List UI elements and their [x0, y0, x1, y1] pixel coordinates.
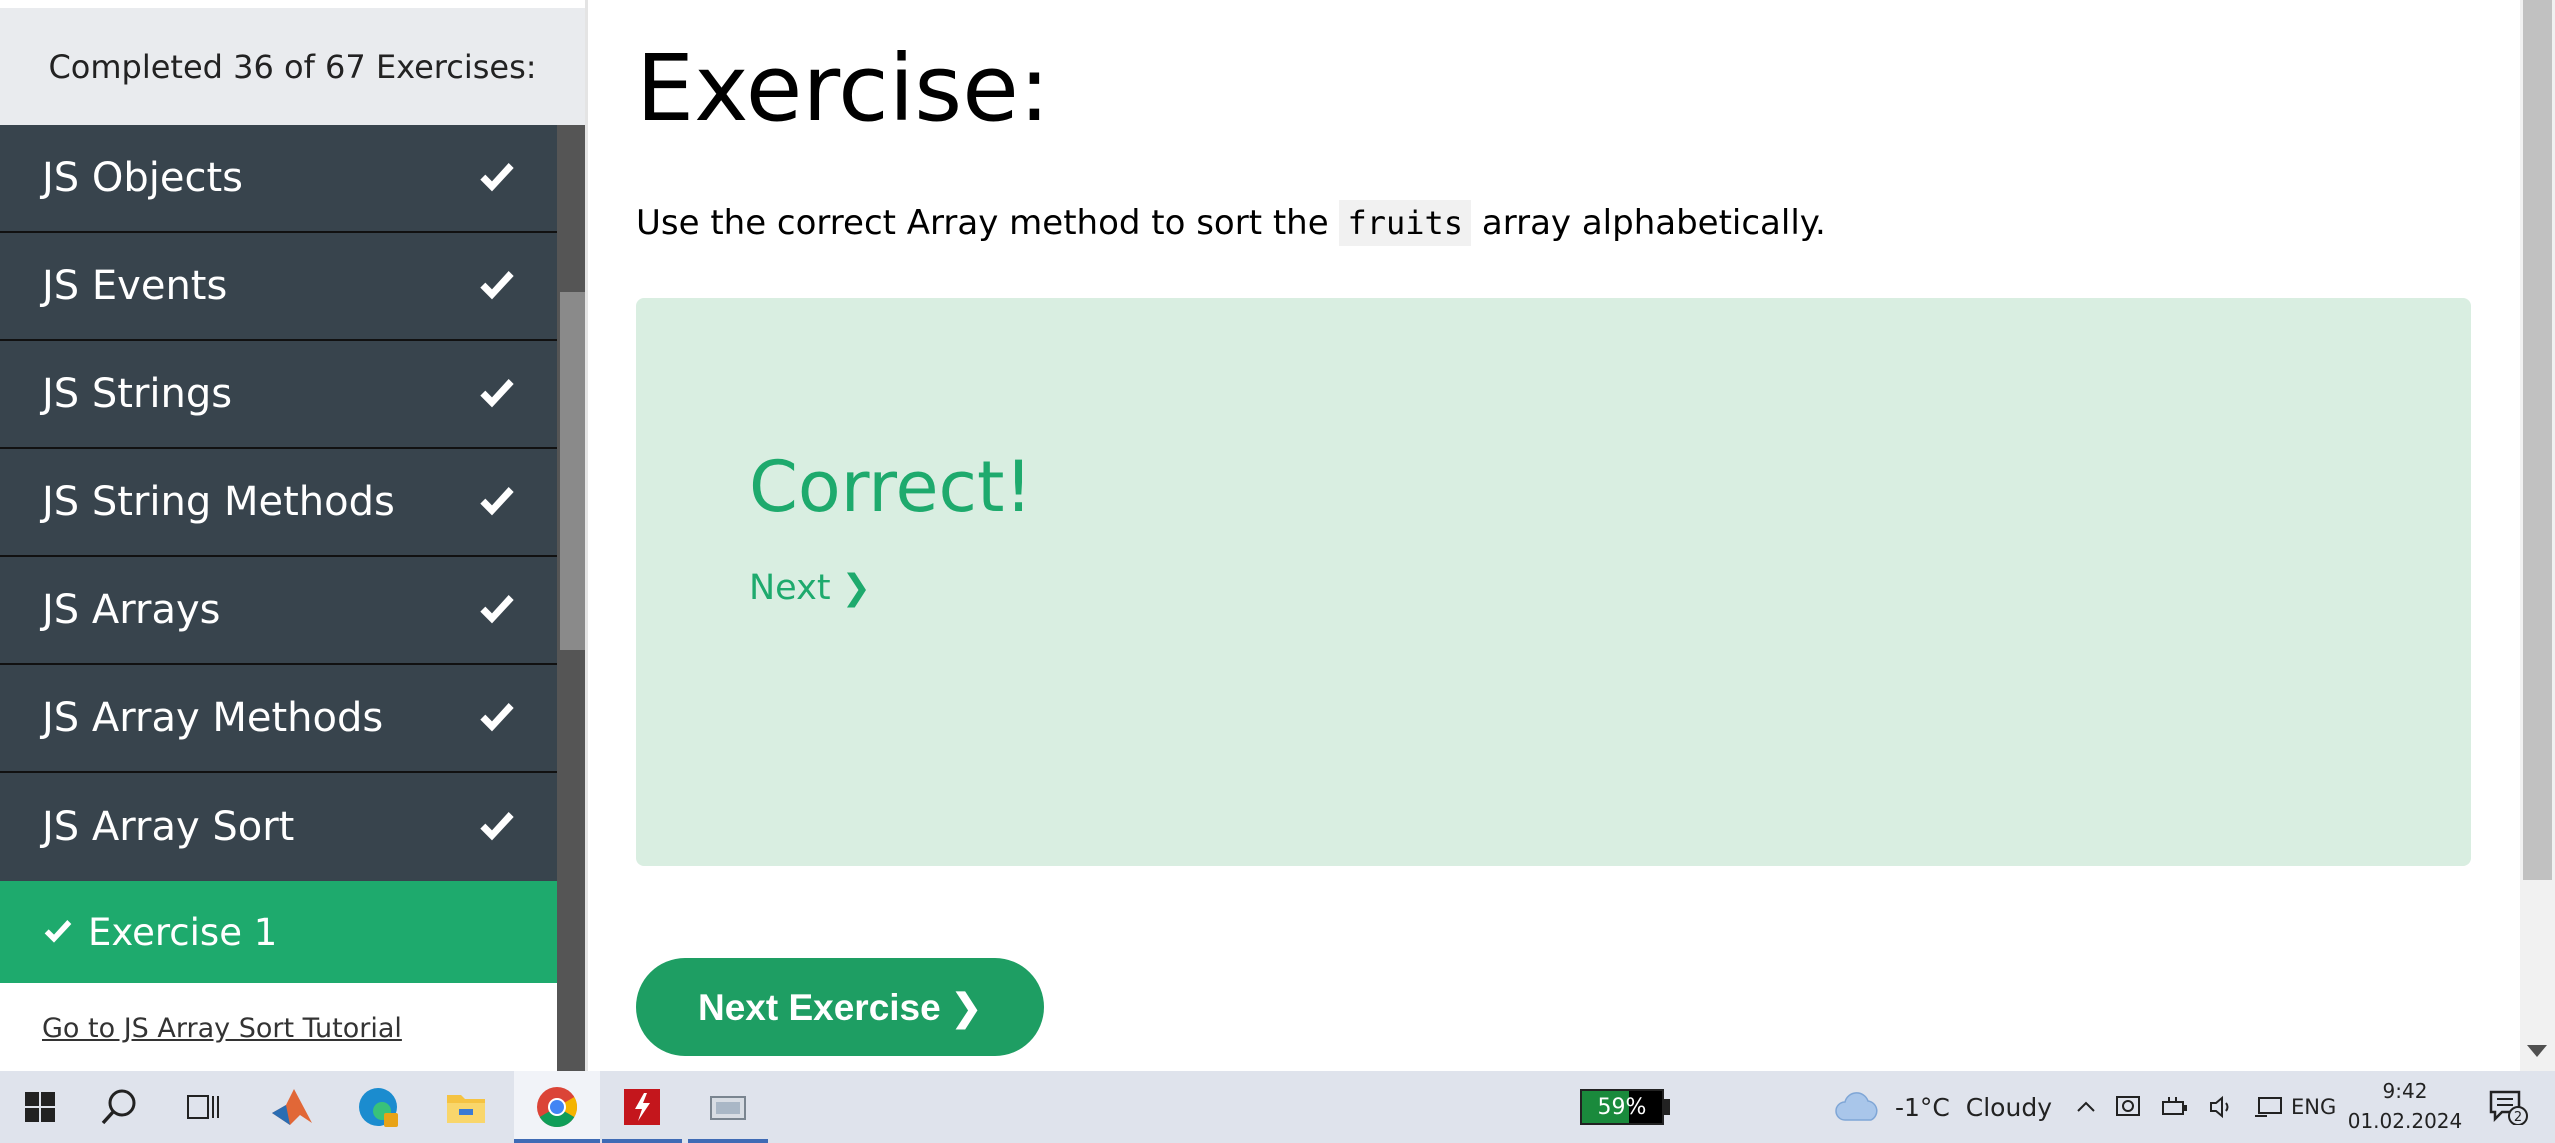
cloud-icon	[1835, 1092, 1878, 1121]
weather-text: -1°C Cloudy	[1895, 1092, 2052, 1122]
page-title: Exercise:	[636, 35, 1050, 142]
notification-center-button[interactable]: 2	[2478, 1071, 2538, 1143]
description-text: array alphabetically.	[1471, 203, 1826, 243]
next-exercise-button[interactable]: Next Exercise ❯	[636, 958, 1044, 1056]
notification-icon: 2	[2489, 1090, 2528, 1125]
exercise-section-list: JS Objects JS Events JS Strings JS Strin…	[0, 125, 557, 1071]
battery-tip	[1664, 1099, 1670, 1115]
battery-indicator[interactable]: 59%	[1580, 1089, 1664, 1125]
check-icon	[480, 379, 514, 408]
edge-app[interactable]	[338, 1071, 418, 1143]
code-snippet: fruits	[1339, 200, 1472, 246]
running-indicator	[688, 1139, 768, 1143]
progress-text: Completed 36 of 67 Exercises:	[0, 8, 585, 125]
chevron-up-icon[interactable]	[2075, 1096, 2097, 1118]
volume-icon[interactable]	[2209, 1095, 2235, 1119]
windows-logo-icon	[25, 1092, 55, 1122]
exercise-label: Exercise 1	[88, 910, 278, 954]
clock[interactable]: 9:42 01.02.2024	[2345, 1076, 2465, 1136]
power-plug-icon[interactable]	[2161, 1095, 2191, 1119]
clock-time: 9:42	[2382, 1079, 2428, 1103]
sidebar-item-label: JS Strings	[42, 371, 233, 417]
notification-count: 2	[2514, 1110, 2522, 1125]
sidebar-scrollbar-thumb[interactable]	[560, 292, 585, 650]
sidebar-item-label: JS Events	[42, 263, 228, 309]
search-icon	[101, 1089, 136, 1125]
active-indicator	[514, 1139, 600, 1143]
sync-icon[interactable]	[2115, 1094, 2143, 1120]
sidebar-item-js-string-methods[interactable]: JS String Methods	[0, 449, 557, 557]
sidebar-item-js-array-methods[interactable]: JS Array Methods	[0, 665, 557, 773]
battery-percent: 59%	[1597, 1094, 1647, 1120]
sidebar-item-js-strings[interactable]: JS Strings	[0, 341, 557, 449]
edge-icon	[359, 1088, 398, 1127]
sidebar-top-strip	[0, 0, 585, 8]
sidebar-item-label: JS String Methods	[42, 479, 395, 525]
result-panel: Correct! Next ❯	[636, 298, 2471, 866]
main-content: Exercise: Use the correct Array method t…	[588, 0, 2520, 1071]
matlab-icon	[272, 1089, 312, 1125]
weather-widget[interactable]: -1°C Cloudy	[1835, 1071, 2052, 1143]
chrome-app[interactable]	[514, 1071, 600, 1143]
task-view-button[interactable]	[164, 1071, 244, 1143]
acrobat-app[interactable]	[602, 1071, 682, 1143]
sidebar-exercise-1[interactable]: Exercise 1	[0, 881, 557, 983]
language-indicator[interactable]: ENG	[2291, 1071, 2336, 1143]
tutorial-link-container: Go to JS Array Sort Tutorial	[0, 983, 557, 1071]
pinned-app[interactable]	[688, 1071, 768, 1143]
sidebar-item-js-events[interactable]: JS Events	[0, 233, 557, 341]
scroll-down-arrow-icon[interactable]	[2527, 1045, 2547, 1057]
sidebar-item-label: JS Arrays	[42, 587, 221, 633]
matlab-app[interactable]	[252, 1071, 332, 1143]
sidebar-item-label: JS Array Sort	[42, 804, 295, 850]
sidebar: Completed 36 of 67 Exercises: JS Objects…	[0, 0, 585, 1071]
sidebar-item-js-objects[interactable]: JS Objects	[0, 125, 557, 233]
check-icon	[480, 812, 514, 841]
tutorial-link[interactable]: Go to JS Array Sort Tutorial	[42, 1013, 402, 1044]
check-icon	[480, 487, 514, 516]
app-icon	[710, 1096, 746, 1120]
sidebar-item-js-arrays[interactable]: JS Arrays	[0, 557, 557, 665]
start-button[interactable]	[0, 1071, 80, 1143]
running-indicator	[602, 1139, 682, 1143]
exercise-description: Use the correct Array method to sort the…	[636, 200, 1826, 246]
acrobat-icon	[624, 1089, 660, 1125]
chrome-icon	[537, 1087, 577, 1127]
check-icon	[480, 595, 514, 624]
file-explorer-app[interactable]	[426, 1071, 506, 1143]
check-icon	[480, 163, 514, 192]
sidebar-item-js-array-sort[interactable]: JS Array Sort	[0, 773, 557, 881]
correct-heading: Correct!	[749, 446, 1033, 528]
check-icon	[44, 920, 72, 943]
check-icon	[480, 703, 514, 732]
task-view-icon	[187, 1095, 219, 1119]
next-link[interactable]: Next ❯	[749, 568, 871, 608]
network-icon[interactable]	[2253, 1095, 2283, 1119]
search-button[interactable]	[80, 1071, 160, 1143]
file-explorer-icon	[447, 1095, 485, 1123]
check-icon	[480, 271, 514, 300]
main-scrollbar-thumb[interactable]	[2523, 0, 2552, 880]
sidebar-item-label: JS Objects	[42, 155, 244, 201]
system-tray	[2075, 1071, 2283, 1143]
description-text: Use the correct Array method to sort the	[636, 203, 1340, 243]
sidebar-item-label: JS Array Methods	[42, 695, 384, 741]
clock-date: 01.02.2024	[2347, 1109, 2463, 1133]
